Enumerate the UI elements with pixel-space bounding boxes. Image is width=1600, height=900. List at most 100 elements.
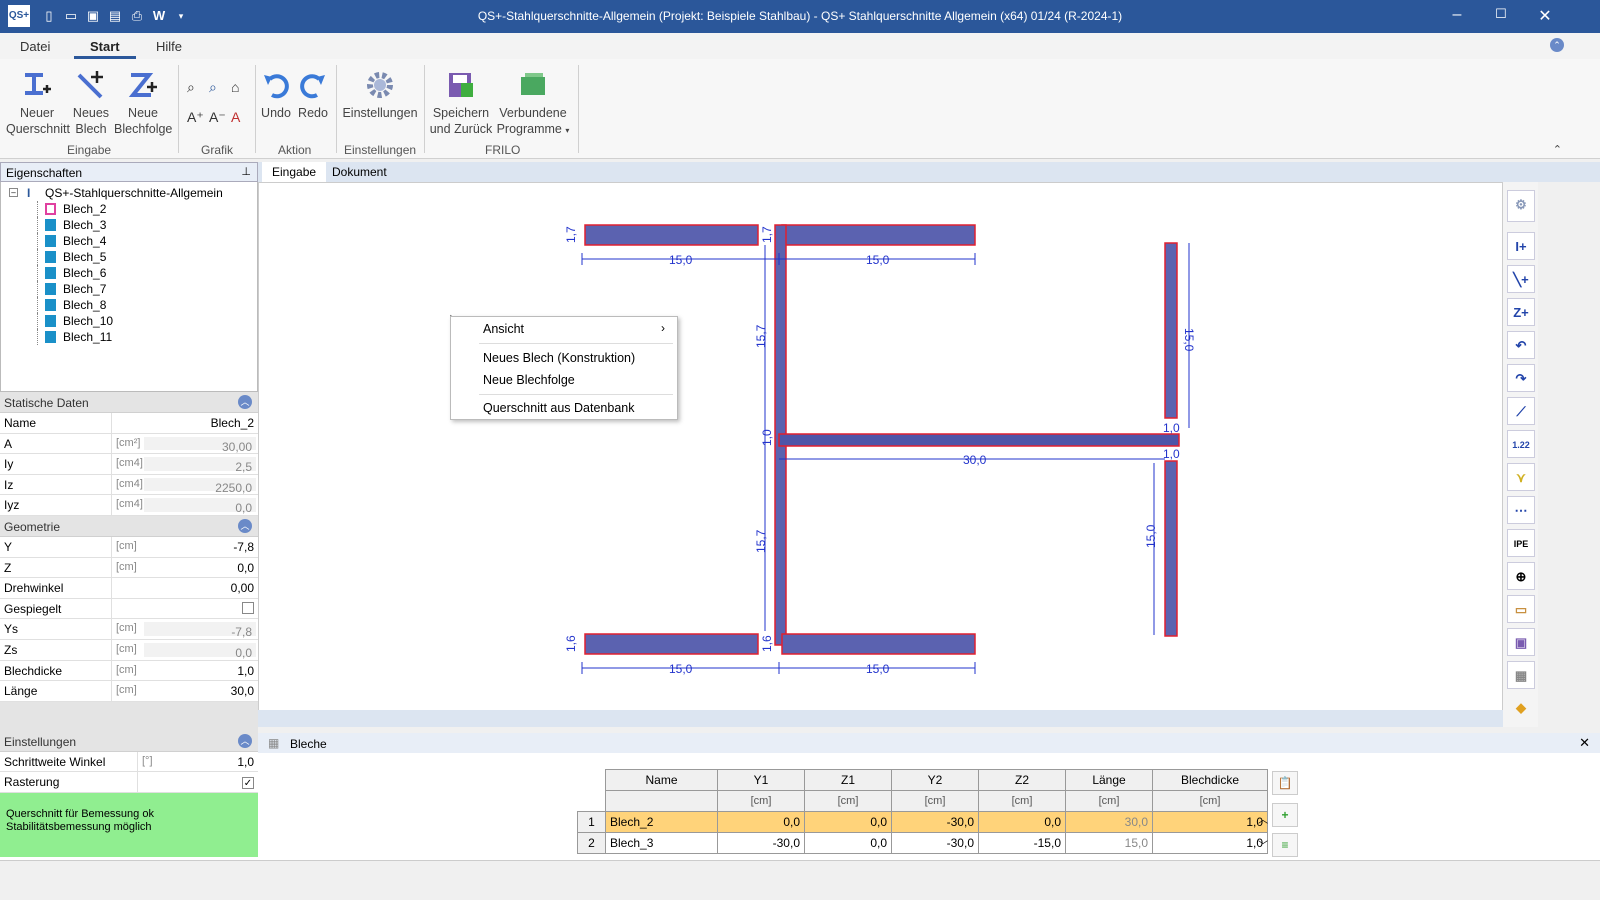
plate-bottom-right[interactable] xyxy=(781,633,976,655)
cell-y2[interactable]: -30,0 xyxy=(891,811,979,833)
tab-dokument[interactable]: Dokument xyxy=(322,162,397,182)
column-header[interactable]: Z2 xyxy=(978,769,1066,791)
help-collapse-icon[interactable]: ⌃ xyxy=(1550,38,1564,52)
close-button[interactable]: ✕ xyxy=(1530,6,1560,26)
undo-tool-icon[interactable]: ↶ xyxy=(1507,331,1535,359)
tree-root[interactable]: – I QS+-Stahlquerschnitte-Allgemein xyxy=(1,185,257,201)
column-header[interactable]: Blechdicke xyxy=(1152,769,1268,791)
measure-tool-icon[interactable]: 1.22 xyxy=(1507,430,1535,458)
minimize-button[interactable]: – xyxy=(1442,6,1472,24)
close-panel-icon[interactable]: ✕ xyxy=(1579,735,1590,751)
tree-item[interactable]: Blech_7 xyxy=(1,281,257,297)
cross-section-drawing[interactable]: 15,0 15,0 15,0 15,0 30,0 1,0 1,0 15,7 15… xyxy=(259,183,1504,713)
font-decrease-icon[interactable]: A⁻ xyxy=(209,109,226,126)
column-header[interactable]: Y1 xyxy=(717,769,805,791)
scroll-up-icon[interactable]: ︿ xyxy=(1258,811,1268,826)
font-increase-icon[interactable]: A⁺ xyxy=(187,109,204,126)
property-value[interactable]: 0,00 xyxy=(142,578,258,598)
redo-button[interactable]: Redo xyxy=(295,69,331,121)
insert-row-icon[interactable]: ≡ xyxy=(1272,833,1298,857)
table-row[interactable]: 2 Blech_3 -30,0 0,0 -30,0 -15,0 15,0 1,0 xyxy=(577,832,1268,854)
horizontal-scrollbar[interactable] xyxy=(258,710,1503,727)
menu-item-ansicht[interactable]: Ansicht xyxy=(483,322,524,336)
menu-item-neues-blech[interactable]: Neues Blech (Konstruktion) xyxy=(483,351,635,365)
tree-item[interactable]: Blech_11 xyxy=(1,329,257,345)
maximize-button[interactable]: ☐ xyxy=(1486,6,1516,22)
property-row[interactable]: Länge [cm] 30,0 xyxy=(0,681,258,702)
cell-name[interactable]: Blech_2 xyxy=(605,811,718,833)
verbundene-programme-button[interactable]: Verbundene Programme ▾ xyxy=(496,69,570,139)
neue-blechfolge-button[interactable]: Neue Blechfolge xyxy=(114,69,172,137)
column-header[interactable]: Name xyxy=(605,769,718,791)
statische-daten-header[interactable]: Statische Daten ︿ xyxy=(0,392,258,413)
menu-item-neue-blechfolge[interactable]: Neue Blechfolge xyxy=(483,373,575,387)
plate-right-lower[interactable] xyxy=(1164,460,1178,637)
cell-z2[interactable]: 0,0 xyxy=(978,811,1066,833)
property-value[interactable]: 1,0 xyxy=(142,661,258,681)
property-row[interactable]: Y [cm] -7,8 xyxy=(0,536,258,558)
einstellungen-header[interactable]: Einstellungen ︿ xyxy=(0,730,258,752)
property-row[interactable]: Rasterung ✓ xyxy=(0,772,258,793)
pin-icon[interactable]: ⊥ xyxy=(241,165,251,178)
property-row[interactable]: Blechdicke [cm] 1,0 xyxy=(0,660,258,682)
property-row[interactable]: Iyz [cm4] 0,0 xyxy=(0,495,258,516)
einstellungen-button[interactable]: Einstellungen xyxy=(340,69,420,121)
grid-points-icon[interactable]: ⋯ xyxy=(1507,496,1535,524)
cell-len[interactable]: 30,0 xyxy=(1065,811,1153,833)
property-row[interactable]: Ys [cm] -7,8 xyxy=(0,619,258,640)
crosshair-icon[interactable]: ⊕ xyxy=(1507,562,1535,590)
save-tool-icon[interactable]: ▣ xyxy=(1507,628,1535,656)
collapse-ribbon-icon[interactable]: ⌃ xyxy=(1553,143,1562,156)
tree-item[interactable]: Blech_10 xyxy=(1,313,257,329)
zoom-icon[interactable]: ⌕ xyxy=(187,79,195,96)
cell-t[interactable]: 1,0 xyxy=(1152,832,1268,854)
column-header[interactable]: Y2 xyxy=(891,769,979,791)
axis-tool-icon[interactable]: ⋎ xyxy=(1507,463,1535,491)
drawing-canvas[interactable]: 15,0 15,0 15,0 15,0 30,0 1,0 1,0 15,7 15… xyxy=(258,182,1503,727)
cell-y1[interactable]: 0,0 xyxy=(717,811,805,833)
collapse-icon[interactable]: ︿ xyxy=(238,733,252,748)
collapse-icon[interactable]: ︿ xyxy=(238,395,252,409)
property-row[interactable]: Drehwinkel 0,00 xyxy=(0,578,258,599)
checkbox[interactable] xyxy=(142,599,258,619)
scroll-down-icon[interactable]: ﹀ xyxy=(1258,837,1268,852)
bleche-tab[interactable]: Bleche xyxy=(290,737,327,751)
undo-button[interactable]: Undo xyxy=(258,69,294,121)
property-row[interactable]: Schrittweite Winkel [°] 1,0 xyxy=(0,751,258,773)
property-value[interactable]: 0,0 xyxy=(142,558,258,578)
cell-y1[interactable]: -30,0 xyxy=(717,832,805,854)
ipe-profile-icon[interactable]: IPE xyxy=(1507,529,1535,557)
property-row[interactable]: Zs [cm] 0,0 xyxy=(0,639,258,661)
property-row[interactable]: A [cm²] 30,00 xyxy=(0,433,258,455)
property-row[interactable]: Gespiegelt xyxy=(0,598,258,620)
home-icon[interactable]: ⌂ xyxy=(231,79,239,95)
tab-datei[interactable]: Datei xyxy=(20,39,50,54)
cell-len[interactable]: 15,0 xyxy=(1065,832,1153,854)
new-sequence-tool-icon[interactable]: Z+ xyxy=(1507,298,1535,326)
tab-eingabe[interactable]: Eingabe xyxy=(262,162,327,182)
tree-item[interactable]: Blech_6 xyxy=(1,265,257,281)
plate-right-upper[interactable] xyxy=(1164,242,1178,419)
table-row[interactable]: 1 Blech_2 0,0 0,0 -30,0 0,0 30,0 1,0 xyxy=(577,811,1268,833)
tree-item[interactable]: Blech_5 xyxy=(1,249,257,265)
add-row-icon[interactable]: + xyxy=(1272,803,1298,827)
property-value[interactable]: Blech_2 xyxy=(142,413,258,433)
tree-item[interactable]: Blech_3 xyxy=(1,217,257,233)
clipboard-icon[interactable]: 📋 xyxy=(1272,771,1298,795)
tree-item[interactable]: Blech_4 xyxy=(1,233,257,249)
tab-start[interactable]: Start xyxy=(74,39,136,59)
layers-icon[interactable]: ◆ xyxy=(1507,694,1535,722)
property-row[interactable]: Z [cm] 0,0 xyxy=(0,557,258,579)
new-section-tool-icon[interactable]: I+ xyxy=(1507,232,1535,260)
property-value[interactable]: 30,0 xyxy=(142,681,258,701)
tree-item[interactable]: Blech_2 xyxy=(1,201,257,217)
column-header[interactable]: Z1 xyxy=(804,769,892,791)
tab-hilfe[interactable]: Hilfe xyxy=(156,39,182,54)
cell-z1[interactable]: 0,0 xyxy=(804,811,892,833)
folder-icon[interactable]: ▭ xyxy=(1507,595,1535,623)
geometrie-header[interactable]: Geometrie ︿ xyxy=(0,515,258,537)
cell-y2[interactable]: -30,0 xyxy=(891,832,979,854)
menu-item-querschnitt-datenbank[interactable]: Querschnitt aus Datenbank xyxy=(483,401,634,415)
property-value[interactable]: 1,0 xyxy=(168,752,258,772)
column-header[interactable]: Länge xyxy=(1065,769,1153,791)
